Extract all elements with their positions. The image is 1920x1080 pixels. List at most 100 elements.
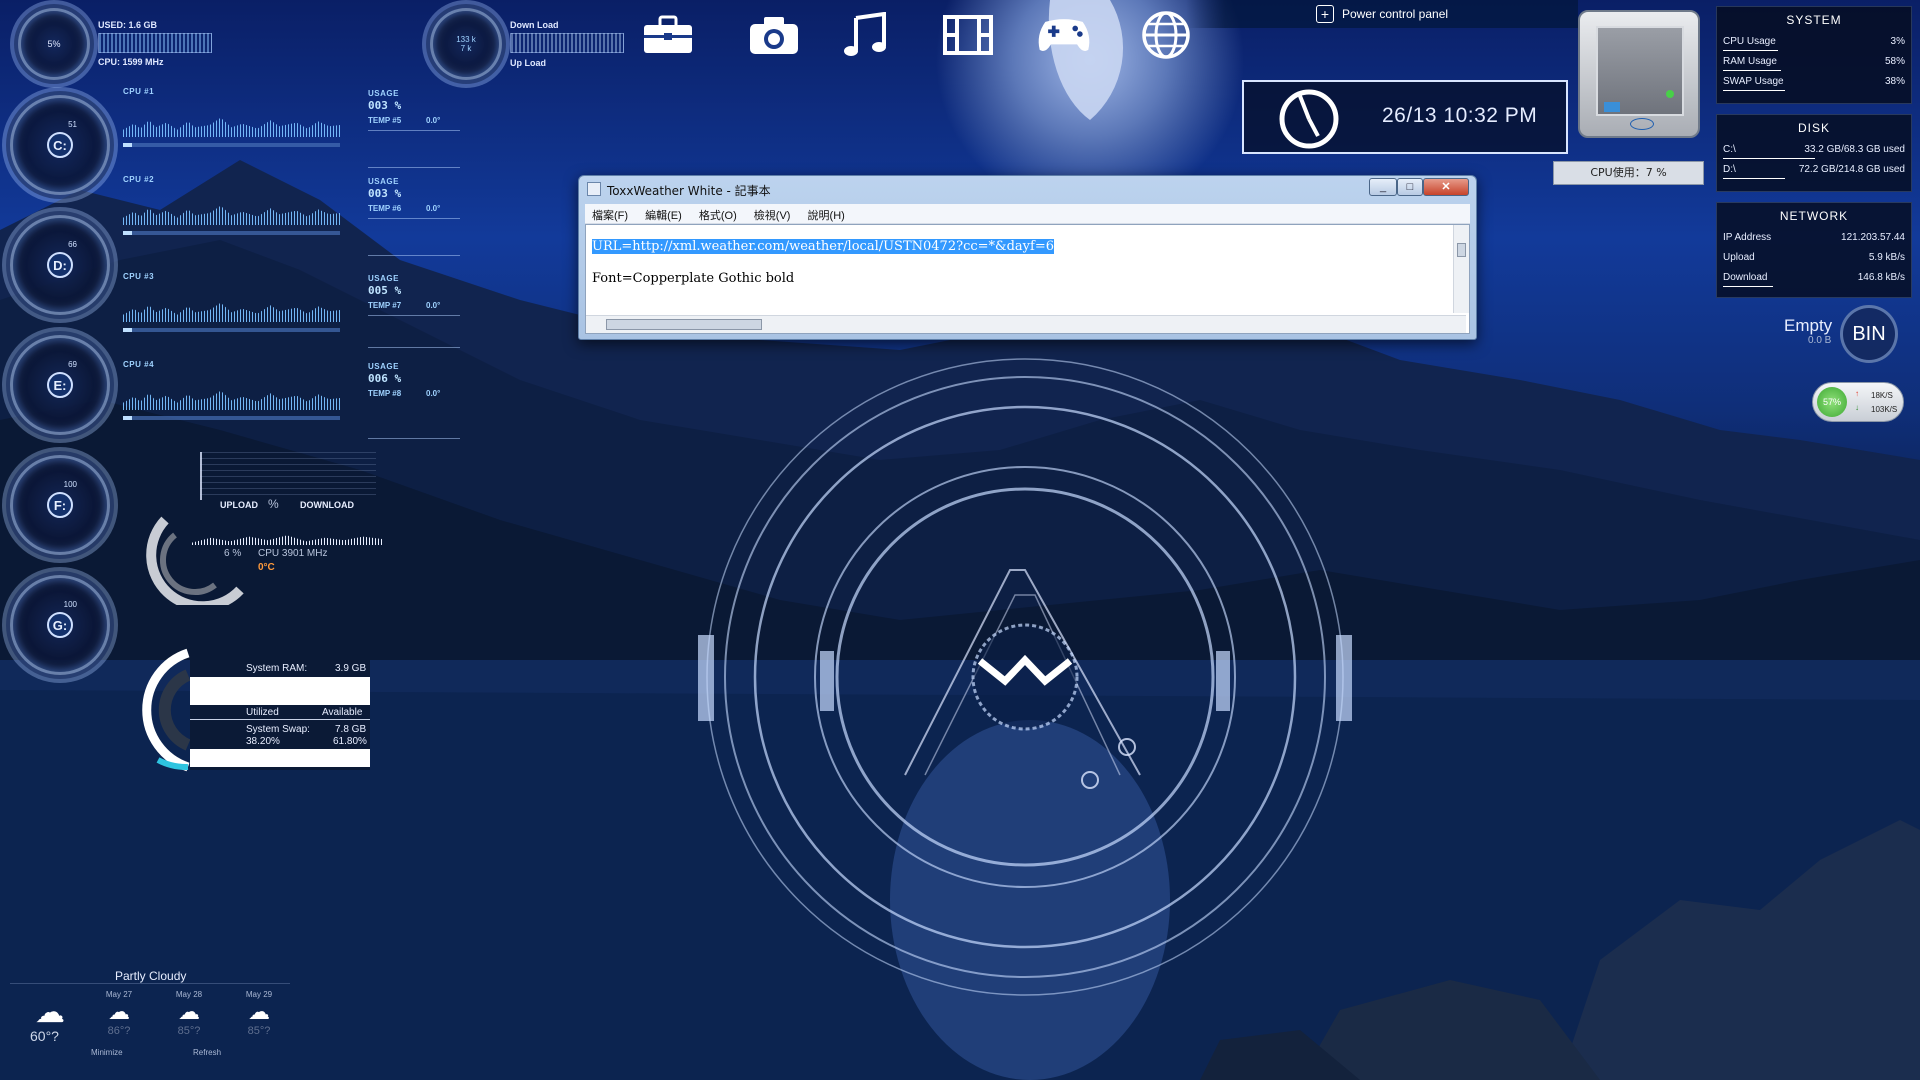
notepad-menubar: 檔案(F) 編輯(E) 格式(O) 檢視(V) 說明(H) [585,204,1470,224]
cpu3-progress [123,328,340,332]
cpu2-progress [123,231,340,235]
system-row-ram-bar [1723,70,1781,71]
toolbox-icon[interactable] [640,10,696,60]
swap-usage-bar [190,749,370,767]
cpu3-label: CPU #3 [123,272,155,281]
ram-graph [98,33,212,53]
horizontal-scrollbar-thumb[interactable] [606,319,762,330]
cpu2-temp-value: 0.0° [426,204,441,213]
cpu1-progress [123,143,340,147]
cpu-meter-label: CPU使用：7 % [1553,161,1704,185]
weather-day-3-temp: 85°? [247,1025,271,1037]
system-row-cpu-value: 3% [1890,36,1905,47]
cpu4-label: CPU #4 [123,360,155,369]
cpu1-temp-label: TEMP #5 [368,116,402,125]
cpu-gauge: 5% [18,8,90,80]
drive-g-gauge[interactable]: 100 G: [10,575,110,675]
upload-label: Up Load [510,58,546,68]
net-meter-percent: 57% [1817,387,1847,417]
drive-f-gauge[interactable]: 100 F: [10,455,110,555]
ram-utilized-label: Utilized [246,707,279,718]
cpu3-usage-value: 005 % [368,284,402,297]
network-row-download: Download 146.8 kB/s [1717,269,1911,289]
system-row-swap-key: SWAP Usage [1723,76,1784,87]
network-row-ip: IP Address 121.203.57.44 [1717,229,1911,249]
power-control-panel-button[interactable]: + Power control panel [1186,0,1578,28]
menu-help[interactable]: 說明(H) [801,204,852,223]
notepad-title: ToxxWeather White - 記事本 [607,184,771,198]
power-control-panel-label: Power control panel [1341,7,1449,21]
drive-d-gauge[interactable]: 66 D: [10,215,110,315]
minimize-button[interactable]: _ [1369,178,1397,196]
cpu4-usage-label: USAGE [368,362,399,371]
weather-day-2-icon: ☁ [178,999,200,1024]
menu-edit[interactable]: 編輯(E) [638,204,689,223]
drive-f-percent: 100 [63,480,77,489]
cpu1-temp-value: 0.0° [426,116,441,125]
drive-e-percent: 69 [68,360,77,369]
cpu2-label: CPU #2 [123,175,155,184]
cpu4-temp-label: TEMP #8 [368,389,402,398]
vertical-scrollbar[interactable] [1453,225,1469,313]
network-row-ip-key: IP Address [1723,232,1772,243]
swap-value: 7.8 GB [335,724,367,735]
weather-refresh-button[interactable]: Refresh [193,1048,221,1057]
weather-divider [10,983,290,984]
close-button[interactable]: ✕ [1423,178,1469,196]
system-row-ram: RAM Usage 58% [1717,53,1911,73]
weather-current-icon: ☁ [35,996,65,1029]
notepad-line-url: URL=http://xml.weather.com/weather/local… [592,239,1054,254]
cpu1-label: CPU #1 [123,87,155,96]
vertical-scrollbar-thumb[interactable] [1457,243,1466,257]
cpu2-temp-label: TEMP #6 [368,204,402,213]
cpu4-temp-value: 0.0° [426,389,441,398]
clock-icon [1279,89,1339,149]
drive-e-gauge[interactable]: 69 E: [10,335,110,435]
gamepad-icon[interactable] [1036,10,1092,60]
net-meter-widget: 57% ↑ 18K/S ↓ 103K/S [1812,382,1904,422]
drive-g-letter: G: [47,612,73,638]
ram-divider [190,719,370,720]
ram-value: 3.9 GB [335,663,367,674]
menu-view[interactable]: 檢視(V) [747,204,798,223]
cpu3-temp-value: 0.0° [426,301,441,310]
hud-ring-widget [698,358,1352,996]
network-panel: NETWORK IP Address 121.203.57.44 Upload … [1716,202,1912,298]
system-row-swap-value: 38% [1884,76,1905,87]
disk-row-d: D:\ 72.2 GB/214.8 GB used [1717,161,1911,181]
weather-condition: Partly Cloudy [115,969,187,983]
menu-file[interactable]: 檔案(F) [585,204,635,223]
menu-format[interactable]: 格式(O) [692,204,744,223]
recycle-bin-button[interactable]: BIN [1840,305,1898,363]
disk-panel: DISK C:\ 33.2 GB/68.3 GB used D:\ 72.2 G… [1716,114,1912,192]
weather-day-1-icon: ☁ [108,999,130,1024]
network-row-ip-value: 121.203.57.44 [1841,232,1905,243]
swap-free-pct: 61.80% [333,736,367,747]
ram-ring-gauge [142,648,191,772]
net-meter-up: 18K/S [1871,391,1893,400]
network-gauge: 133 k 7 k [430,8,502,80]
weather-day-2: May 28 ☁ 85°? [166,990,212,1037]
music-icon[interactable] [838,10,894,60]
net-meter-down: 103K/S [1871,405,1898,414]
drive-c-gauge[interactable]: 51 C: [10,95,110,195]
camera-icon[interactable] [746,10,802,60]
notepad-text-area[interactable]: URL=http://xml.weather.com/weather/local… [585,224,1470,334]
film-icon[interactable] [940,10,996,60]
network-row-upload: Upload 5.9 kB/s [1717,249,1911,269]
ram-usage-bar [190,677,370,705]
drive-c-letter: C: [47,132,73,158]
system-row-cpu-bar [1723,50,1778,51]
bandwidth-download-label: DOWNLOAD [300,500,354,510]
drive-e-letter: E: [47,372,73,398]
cpu-ring-temp: 0°C [258,562,275,573]
maximize-button[interactable]: □ [1397,178,1423,196]
system-row-cpu: CPU Usage 3% [1717,33,1911,53]
weather-current-temp: 60°? [30,1028,59,1044]
ram-label: System RAM: [246,663,308,674]
horizontal-scrollbar[interactable] [586,315,1466,333]
notepad-window[interactable]: ToxxWeather White - 記事本 _ □ ✕ 檔案(F) 編輯(E… [578,175,1477,340]
cpu4-separator [368,438,460,439]
weather-minimize-button[interactable]: Minimize [91,1048,123,1057]
cpu3-separator-top [368,255,460,256]
